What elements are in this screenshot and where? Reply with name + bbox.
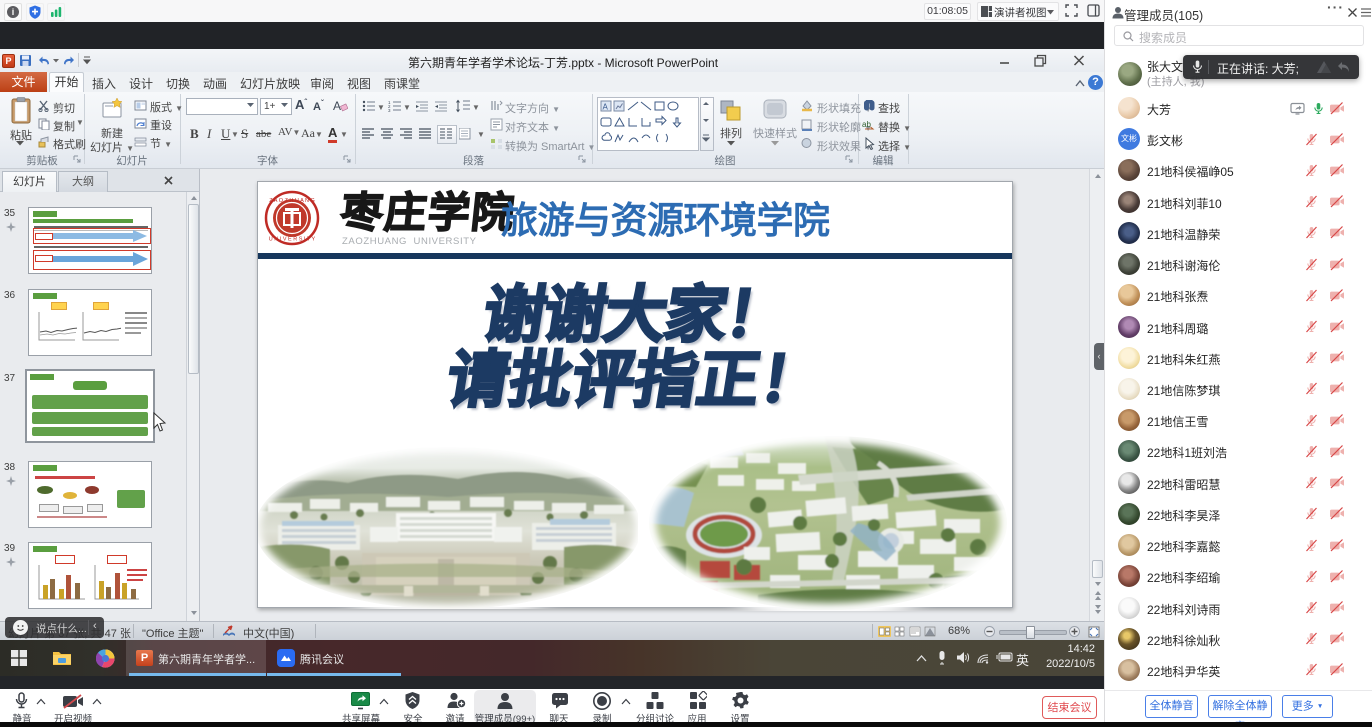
svg-text:U N I V E R S I T Y: U N I V E R S I T Y [269,237,316,243]
svg-text:A: A [603,103,609,112]
svg-text:Z A O Z H U A N G: Z A O Z H U A N G [269,198,315,204]
svg-text:ab: ab [862,120,871,129]
svg-text:A: A [333,99,341,112]
svg-text:3: 3 [388,108,391,112]
